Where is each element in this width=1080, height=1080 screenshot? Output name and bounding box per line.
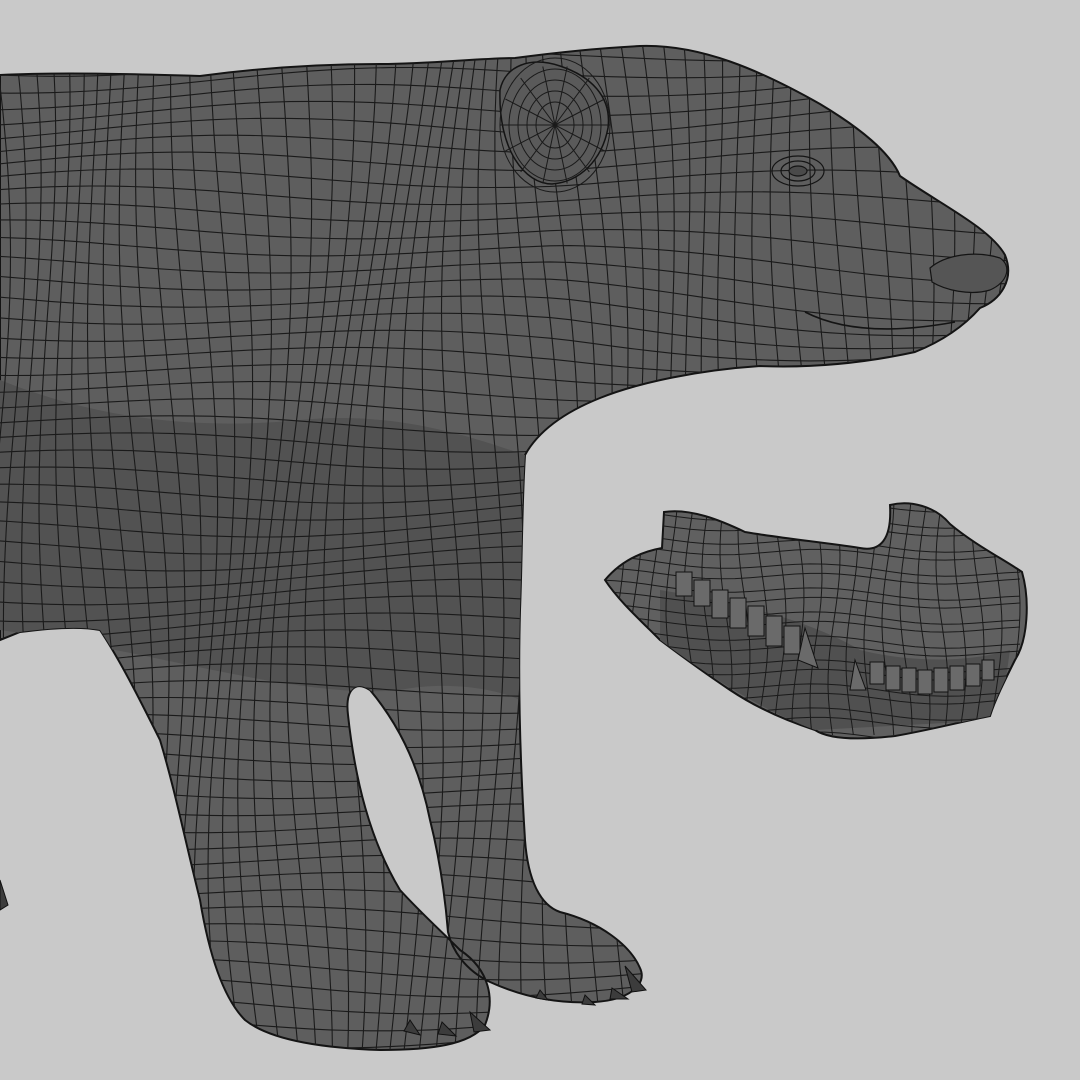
bear-edge-ring <box>0 17 1030 43</box>
bear-edge-ring <box>0 1040 1009 1051</box>
jaw-edge-loop <box>611 503 625 736</box>
jaw-edge-loop <box>605 503 607 736</box>
jaw-edge-loop <box>1025 503 1027 736</box>
jaw-edge-ring <box>605 503 1021 513</box>
3d-viewport[interactable] <box>0 0 1080 1080</box>
jaw-teeth-mesh[interactable] <box>594 495 1038 752</box>
bear-edge-ring <box>0 989 1009 1015</box>
bear-edge-loop <box>992 45 1009 1051</box>
bear-edge-ring <box>0 1023 1009 1049</box>
bear-edge-loop <box>1013 30 1070 1050</box>
bear-edge-ring <box>0 45 1009 60</box>
bear-edge-ring <box>0 1058 1030 1080</box>
bear-edge-ring <box>0 1006 1009 1032</box>
bear-edge-ring <box>0 1074 1030 1080</box>
jaw-edge-ring <box>605 735 1021 739</box>
bear-edge-loop <box>971 45 1009 1051</box>
render-canvas <box>0 17 1070 1080</box>
